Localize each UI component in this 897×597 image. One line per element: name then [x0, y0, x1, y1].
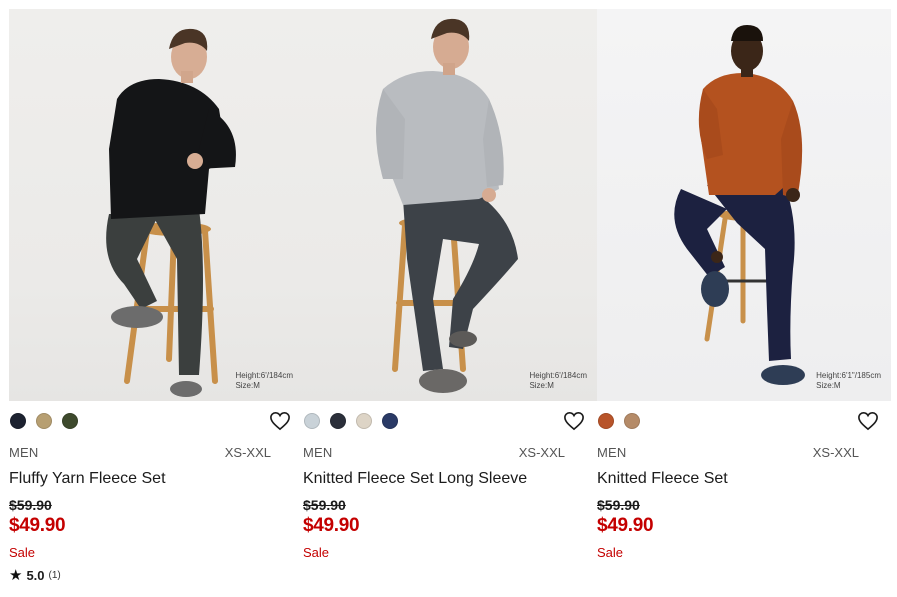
- product-grid: Height:6'/184cm Size:M MEN XS-XXL Fluffy…: [9, 9, 891, 584]
- product-card[interactable]: Height:6'1"/185cm Size:M MEN XS-XXL Knit…: [597, 9, 891, 584]
- product-image[interactable]: Height:6'1"/185cm Size:M: [597, 9, 891, 401]
- gender-label: MEN: [597, 445, 627, 460]
- color-swatch-row: [9, 407, 303, 439]
- product-meta: MEN XS-XXL: [303, 442, 597, 462]
- color-swatch[interactable]: [36, 413, 52, 429]
- color-swatch-row: [597, 407, 891, 439]
- color-swatch-row: [303, 407, 597, 439]
- model-size-caption: Height:6'1"/185cm Size:M: [816, 371, 881, 391]
- size-range: XS-XXL: [224, 445, 271, 460]
- product-name[interactable]: Fluffy Yarn Fleece Set: [9, 469, 303, 489]
- model-size-text: Size:M: [235, 381, 260, 390]
- model-height-text: Height:6'1"/185cm: [816, 371, 881, 380]
- color-swatch[interactable]: [356, 413, 372, 429]
- color-swatches: [598, 413, 640, 429]
- color-swatch[interactable]: [382, 413, 398, 429]
- color-swatch[interactable]: [624, 413, 640, 429]
- color-swatches: [10, 413, 78, 429]
- rating-score: 5.0: [26, 567, 45, 583]
- product-name[interactable]: Knitted Fleece Set: [597, 469, 891, 489]
- sale-price: $49.90: [303, 515, 360, 536]
- original-price: $59.90: [597, 497, 640, 513]
- product-card[interactable]: Height:6'/184cm Size:M MEN XS-XXL Fluffy…: [9, 9, 303, 584]
- gender-label: MEN: [9, 445, 39, 460]
- size-range: XS-XXL: [812, 445, 859, 460]
- sale-label: Sale: [303, 545, 330, 560]
- star-icon: ★: [9, 567, 23, 584]
- heart-outline-icon[interactable]: [857, 411, 879, 431]
- model-photo: [106, 28, 236, 397]
- model-photo: [674, 25, 805, 385]
- heart-outline-icon[interactable]: [563, 411, 585, 431]
- product-name[interactable]: Knitted Fleece Set Long Sleeve: [303, 469, 597, 489]
- model-size-caption: Height:6'/184cm Size:M: [529, 371, 587, 391]
- original-price: $59.90: [9, 497, 52, 513]
- model-size-text: Size:M: [529, 381, 554, 390]
- sale-price: $49.90: [597, 515, 654, 536]
- product-image[interactable]: Height:6'/184cm Size:M: [9, 9, 303, 401]
- model-size-text: Size:M: [816, 381, 841, 390]
- product-meta: MEN XS-XXL: [597, 442, 891, 462]
- model-photo: [376, 18, 518, 393]
- heart-outline-icon[interactable]: [269, 411, 291, 431]
- product-rating[interactable]: ★ 5.0 (1): [9, 566, 303, 584]
- color-swatch[interactable]: [598, 413, 614, 429]
- gender-label: MEN: [303, 445, 333, 460]
- sale-price: $49.90: [9, 515, 66, 536]
- color-swatch[interactable]: [62, 413, 78, 429]
- color-swatch[interactable]: [304, 413, 320, 429]
- product-meta: MEN XS-XXL: [9, 442, 303, 462]
- rating-count: (1): [48, 569, 61, 581]
- color-swatches: [304, 413, 398, 429]
- size-range: XS-XXL: [518, 445, 565, 460]
- product-card[interactable]: Height:6'/184cm Size:M MEN XS-XXL Knitte…: [303, 9, 597, 584]
- color-swatch[interactable]: [10, 413, 26, 429]
- sale-label: Sale: [9, 545, 36, 560]
- model-size-caption: Height:6'/184cm Size:M: [235, 371, 293, 391]
- product-image[interactable]: Height:6'/184cm Size:M: [303, 9, 597, 401]
- sale-label: Sale: [597, 545, 624, 560]
- original-price: $59.90: [303, 497, 346, 513]
- model-height-text: Height:6'/184cm: [235, 371, 293, 380]
- model-height-text: Height:6'/184cm: [529, 371, 587, 380]
- color-swatch[interactable]: [330, 413, 346, 429]
